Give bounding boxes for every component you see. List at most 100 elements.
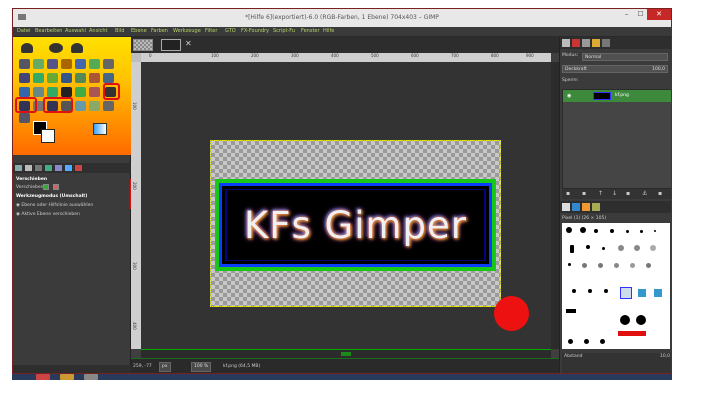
taskbar-app-icon[interactable] (60, 374, 74, 380)
smudge-icon[interactable] (103, 101, 114, 111)
brush-item[interactable] (646, 263, 651, 268)
rotate-icon[interactable] (75, 73, 86, 83)
delete-layer-icon[interactable]: ▪ (658, 190, 662, 197)
raise-layer-icon[interactable]: ↑ (598, 190, 603, 197)
new-layer-icon[interactable]: ▪ (566, 190, 570, 197)
taskbar-app-icon[interactable] (36, 374, 50, 380)
brush-item[interactable] (584, 339, 589, 344)
selected-brush[interactable] (620, 287, 632, 299)
brush-item[interactable] (582, 263, 587, 268)
horizontal-scrollbar[interactable] (141, 349, 551, 358)
blend-icon[interactable] (89, 87, 100, 97)
free-select-icon[interactable] (71, 43, 83, 53)
brushes-tab-icon[interactable] (55, 165, 62, 171)
patterns-tab-icon[interactable] (65, 165, 72, 171)
close-tab-button[interactable]: ✕ (185, 39, 192, 48)
brushes-grid[interactable] (562, 223, 670, 349)
flip-icon[interactable] (33, 87, 44, 97)
paths-icon[interactable] (75, 59, 86, 69)
undo-tab-icon[interactable] (592, 39, 600, 47)
lower-layer-icon[interactable]: ↓ (612, 190, 617, 197)
device-status-tab-icon[interactable] (25, 165, 32, 171)
ruler-corner[interactable] (131, 53, 141, 62)
menu-fx-foundry[interactable]: FX-Foundry (241, 28, 269, 34)
tab-menu-icon[interactable] (602, 39, 610, 47)
opacity-slider[interactable]: Deckkraft 100,0 (562, 65, 668, 73)
image-tab-1[interactable] (133, 39, 153, 51)
vertical-scrollbar[interactable] (551, 62, 559, 349)
duplicate-layer-icon[interactable]: ▪ (626, 190, 630, 197)
brush-item[interactable] (630, 263, 635, 268)
image-tab-2[interactable] (161, 39, 181, 51)
layer-row[interactable]: ◉ kf.png (563, 90, 671, 102)
menu-werkzeuge[interactable]: Werkzeuge (173, 28, 201, 34)
brush-item[interactable] (568, 263, 571, 266)
menu-auswahl[interactable]: Auswahl (65, 28, 86, 34)
bucket-fill-icon[interactable] (75, 87, 86, 97)
color-picker-icon[interactable] (89, 59, 100, 69)
brush-item[interactable] (626, 230, 629, 233)
tool-option-pick[interactable]: ◉ Ebene oder Hilfslinie auswählen (16, 203, 93, 208)
brush-item[interactable] (602, 247, 605, 250)
gradient-tab-icon[interactable] (582, 203, 590, 211)
brush-item[interactable] (594, 229, 598, 233)
menu-farben[interactable]: Farben (151, 28, 168, 34)
brush-item[interactable] (568, 339, 573, 344)
undo-history-tab-icon[interactable] (35, 165, 42, 171)
unit-select[interactable]: px (159, 362, 171, 372)
brush-item[interactable] (588, 289, 592, 293)
brush-item[interactable] (598, 263, 603, 268)
visibility-eye-icon[interactable]: ◉ (567, 93, 571, 99)
heal-icon[interactable] (89, 101, 100, 111)
foreground-select-icon[interactable] (61, 59, 72, 69)
maximize-button[interactable]: ☐ (634, 9, 647, 20)
brush-item[interactable] (654, 230, 656, 232)
dodge-burn-icon[interactable] (19, 113, 30, 123)
new-group-icon[interactable]: ▪ (582, 190, 586, 197)
tool-options-tab-icon[interactable] (15, 165, 22, 171)
close-tab-icon[interactable] (75, 165, 82, 171)
taskbar-app-icon[interactable] (84, 374, 98, 380)
brush-item[interactable] (570, 245, 574, 253)
menu-ebene[interactable]: Ebene (131, 28, 147, 34)
brush-item[interactable] (566, 309, 576, 313)
rect-select-icon[interactable] (21, 43, 33, 53)
anchor-layer-icon[interactable]: ⚓ (642, 190, 647, 197)
brush-item[interactable] (566, 227, 572, 233)
menu-bild[interactable]: Bild (115, 28, 124, 34)
shear-icon[interactable] (103, 73, 114, 83)
layers-tab-icon[interactable] (562, 39, 570, 47)
brush-item[interactable] (640, 230, 643, 233)
fuzzy-select-icon[interactable] (19, 59, 30, 69)
zoom-select[interactable]: 100 % (191, 362, 212, 372)
measure-icon[interactable] (19, 73, 30, 83)
mode-select[interactable]: Normal (582, 53, 668, 61)
brush-item[interactable] (604, 289, 608, 293)
spacing-value[interactable]: 10,0 (660, 354, 670, 359)
brush-item[interactable] (572, 289, 576, 293)
color-select-icon[interactable] (33, 59, 44, 69)
menu-hilfe[interactable]: Hilfe (323, 28, 334, 34)
cage-icon[interactable] (47, 87, 58, 97)
perspective-icon[interactable] (19, 87, 30, 97)
images-tab-icon[interactable] (45, 165, 52, 171)
ellipse-select-icon[interactable] (49, 43, 63, 53)
pattern-tab-icon[interactable] (572, 203, 580, 211)
brush-tab-icon[interactable] (562, 203, 570, 211)
move-icon[interactable] (33, 73, 44, 83)
channels-tab-icon[interactable] (572, 39, 580, 47)
scissors-icon[interactable] (47, 59, 58, 69)
move-layer-toggle[interactable] (43, 184, 49, 190)
brush-item[interactable] (614, 263, 619, 268)
tool-option-active[interactable]: ◉ Aktive Ebene verschieben (16, 212, 80, 217)
brush-item[interactable] (600, 339, 605, 344)
menu-script-fu[interactable]: Script-Fu (273, 28, 295, 34)
menu-gto[interactable]: GTO (225, 28, 236, 34)
close-button[interactable]: ✕ (647, 9, 671, 20)
move-selection-toggle[interactable] (53, 184, 59, 190)
align-icon[interactable] (47, 73, 58, 83)
brush-item[interactable] (610, 229, 614, 233)
menu-bearbeiten[interactable]: Bearbeiten (35, 28, 62, 34)
brush-item[interactable] (618, 245, 624, 251)
brush-item[interactable] (580, 227, 586, 233)
